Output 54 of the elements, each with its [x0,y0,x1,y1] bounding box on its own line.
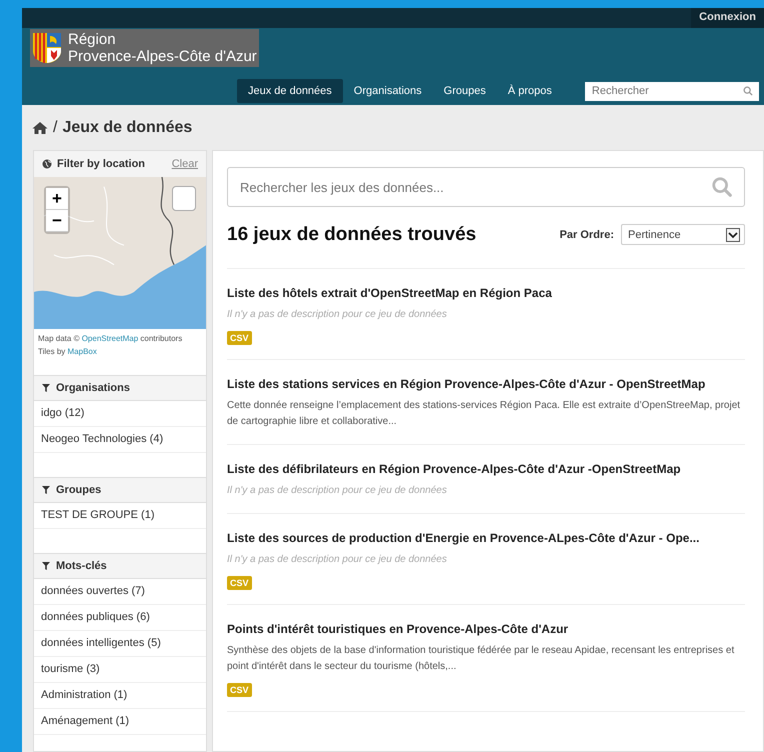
nav-tab[interactable]: Organisations [342,79,433,103]
filter-icon [42,486,50,494]
dataset-description: Il n'y a pas de description pour ce jeu de données [227,308,448,322]
login-link[interactable]: Connexion [691,8,764,28]
brand-name: Région [68,31,117,48]
zoom-in-button[interactable]: + [46,188,68,210]
sort-dropdown[interactable]: Pertinence [621,224,745,245]
breadcrumb-separator: / [53,118,58,136]
brand-name: Provence-Alpes-Côte d'Azur [68,48,257,65]
dataset-title-link[interactable]: Liste des défibrilateurs en Région Provence-Alpes-Côte d'Azur -OpenStreetMap [227,462,745,476]
facet-title: Organisations [56,382,130,394]
dataset-search-field[interactable]: Rechercher les jeux des données... [227,167,745,207]
dataset-description: Il n'y a pas de description pour ce jeu de données [227,484,448,498]
globe-icon [42,159,52,169]
dataset-description: Il n'y a pas de description pour ce jeu de données [227,553,448,567]
nav-tab[interactable]: Jeux de données [237,79,343,103]
map-attribution: Tiles by MapBox [38,347,98,356]
nav-tab[interactable]: Groupes [432,79,497,103]
facet-item[interactable]: idgo (12) [34,401,206,427]
facet-title: Mots-clés [56,560,107,572]
dataset-title-link[interactable]: Points d'intérêt touristiques en Provence-Alpes-Côte d'Azur [227,622,745,636]
map-drawing[interactable] [34,177,206,329]
results-count: 16 jeux de données trouvés [227,224,478,246]
breadcrumb-current: Jeux de données [62,118,192,136]
filter-icon [42,384,50,392]
dataset-description: Cette donnée renseigne l’emplacement des stations-services Région Paca. Elle est extraite d’OpenStreeMap, projet de cartographie libre et collaborative... [227,399,742,429]
facet-item[interactable]: données intelligentes (5) [34,631,206,657]
filter-icon [42,562,50,570]
dataset-title-link[interactable]: Liste des hôtels extrait d'OpenStreetMap en Région Paca [227,286,745,300]
coat-of-arms-icon [32,30,62,66]
facet-item[interactable]: Neogeo Technologies (4) [34,427,206,453]
dataset-description: Synthèse des objets de la base d'information touristique fédérée par le reseau Apidae, recensant les entreprises et point d'intérêt dans le secteur du tourisme (hôtels,... [227,644,736,674]
attribution-link[interactable]: MapBox [68,347,97,356]
search-icon [711,176,733,198]
map-attribution: Map data © OpenStreetMap contributors [38,334,184,343]
draw-area-button[interactable] [172,186,196,211]
facet-item[interactable]: Administration (1) [34,683,206,709]
brand-logo[interactable]: Région Provence-Alpes-Côte d'Azur [30,29,259,67]
facet-title: Groupes [56,484,102,496]
dataset-title-link[interactable]: Liste des sources de production d'Energie en Provence-ALpes-Côte d'Azur - Ope... [227,531,745,545]
sort-label: Par Ordre: [560,228,614,240]
nav-tab[interactable]: À propos [496,79,563,103]
facet-item[interactable]: Aménagement (1) [34,709,206,735]
attribution-link[interactable]: OpenStreetMap [82,334,138,343]
filter-title: Filter by location [57,158,146,170]
facet-item[interactable]: TEST DE GROUPE (1) [34,503,206,529]
facet-item[interactable]: tourisme (3) [34,657,206,683]
zoom-out-button[interactable]: − [46,210,68,232]
site-search-field[interactable]: Rechercher [584,82,759,100]
home-icon[interactable] [32,120,48,134]
facet-item[interactable]: données publiques (6) [34,605,206,631]
dataset-title-link[interactable]: Liste des stations services en Région Provence-Alpes-Côte d'Azur - OpenStreetMap [227,377,745,391]
facet-item[interactable]: données ouvertes (7) [34,579,206,605]
search-icon [742,86,753,96]
